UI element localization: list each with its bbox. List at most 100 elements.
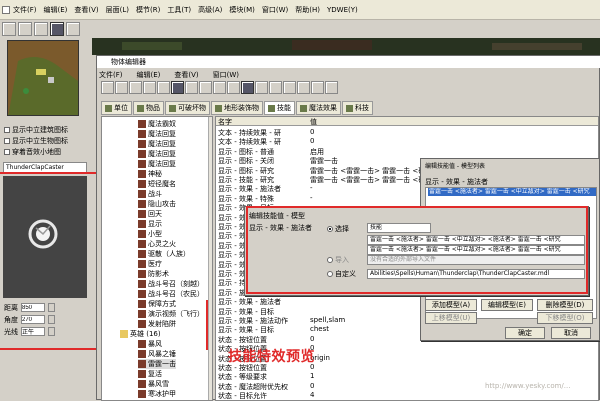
oe-region-icon[interactable] xyxy=(213,81,226,94)
tree-item[interactable]: 魔法回复 xyxy=(138,149,176,159)
tree-item[interactable]: 战斗号召（刻越） xyxy=(138,279,204,289)
tree-item[interactable]: 保障方式 xyxy=(138,299,176,309)
tree-item[interactable]: 显示 xyxy=(138,219,162,229)
oe-object-icon[interactable] xyxy=(269,81,282,94)
tree-item-selected[interactable]: 雷霆一击 xyxy=(138,359,176,369)
oe-terrain-icon[interactable] xyxy=(171,81,184,94)
save-icon[interactable] xyxy=(34,22,48,36)
tree-item[interactable]: 战斗 xyxy=(138,189,162,199)
tree-item[interactable]: 回天 xyxy=(138,209,162,219)
tree-folder-heroes[interactable]: 英雄 (16) xyxy=(120,329,161,339)
tree-item[interactable]: 心灵之火 xyxy=(138,239,176,249)
tree-item[interactable]: 暴风雪 xyxy=(138,379,169,389)
menu-edit[interactable]: 编辑(E) xyxy=(44,5,68,15)
checkbox-label: 显示中立建筑图标 xyxy=(12,126,68,134)
angle-spinner[interactable] xyxy=(48,315,55,324)
menu-help[interactable]: 帮助(H) xyxy=(295,5,320,15)
oe-sound-icon[interactable] xyxy=(255,81,268,94)
oe-new-icon[interactable] xyxy=(101,81,114,94)
tree-item[interactable]: 神秘 xyxy=(138,169,162,179)
oe-paste-icon[interactable] xyxy=(157,81,170,94)
tree-item[interactable]: 魔法回复 xyxy=(138,159,176,169)
checkbox-show-neutral-buildings[interactable]: 显示中立建筑图标 xyxy=(4,125,68,135)
tab-doodads[interactable]: 地形装饰物 xyxy=(211,101,263,115)
oe-unit-icon[interactable] xyxy=(185,81,198,94)
checkbox-box[interactable] xyxy=(4,127,10,133)
grid-header: 名字 值 xyxy=(216,117,598,126)
tree-item[interactable]: 演示视频（飞行） xyxy=(138,309,204,319)
menu-module[interactable]: 模块(M) xyxy=(229,5,255,15)
oe-import-icon[interactable] xyxy=(297,81,310,94)
tab-upgrades[interactable]: 科技 xyxy=(342,101,373,115)
tree-item[interactable]: 暴风 xyxy=(138,339,162,349)
menu-layer[interactable]: 层面(L) xyxy=(106,5,129,15)
lighting-select[interactable] xyxy=(21,327,45,336)
tab-abilities[interactable]: 技能 xyxy=(264,101,295,115)
menu-advanced[interactable]: 高级(A) xyxy=(198,5,222,15)
terrain-icon[interactable] xyxy=(50,22,64,36)
tree-item[interactable]: 风暴之锤 xyxy=(138,349,176,359)
menu-window[interactable]: 窗口(W) xyxy=(262,5,288,15)
minimap[interactable] xyxy=(7,40,79,116)
add-model-button[interactable]: 添加模型(A) xyxy=(425,299,477,311)
oe-menu-view[interactable]: 查看(V) xyxy=(174,70,198,80)
oe-ai-icon[interactable] xyxy=(311,81,324,94)
oe-camera-icon[interactable] xyxy=(227,81,240,94)
oe-menu-edit[interactable]: 编辑(E) xyxy=(137,70,161,80)
tab-destructibles[interactable]: 可破坏物 xyxy=(165,101,210,115)
tree-item[interactable]: 隐山攻击 xyxy=(138,199,176,209)
tree-item[interactable]: 魔法霸奴 xyxy=(138,119,176,129)
tree-item[interactable]: 魔法回复 xyxy=(138,139,176,149)
ok-button[interactable]: 确定 xyxy=(505,327,545,339)
oe-doodad-icon[interactable] xyxy=(199,81,212,94)
checkbox-minimap-sound[interactable]: 穿着音效小地图 xyxy=(4,147,61,157)
move-down-model-button[interactable]: 下移模型(O) xyxy=(537,312,593,324)
edit-model-button[interactable]: 编辑模型(E) xyxy=(481,299,533,311)
delete-model-button[interactable]: 删除模型(D) xyxy=(537,299,593,311)
tree-item[interactable]: 魔法回复 xyxy=(138,129,176,139)
tree-item-label: 心灵之火 xyxy=(148,240,176,248)
menu-file[interactable]: 文件(F) xyxy=(13,5,37,15)
tree-item[interactable]: 发射陷阱 xyxy=(138,319,176,329)
menu-scenario[interactable]: 模节(R) xyxy=(136,5,160,15)
map-viewport[interactable] xyxy=(92,38,600,55)
oe-menu-file[interactable]: 文件(F) xyxy=(99,70,123,80)
open-icon[interactable] xyxy=(18,22,32,36)
tab-units[interactable]: 单位 xyxy=(101,101,132,115)
oe-menu-window[interactable]: 窗口(W) xyxy=(213,70,239,80)
tree-item[interactable]: 医疗 xyxy=(138,259,162,269)
distance-spinner[interactable] xyxy=(48,303,55,312)
checkbox-box[interactable] xyxy=(4,138,10,144)
oe-test-icon[interactable] xyxy=(325,81,338,94)
angle-input[interactable] xyxy=(21,315,45,324)
oe-copy-icon[interactable] xyxy=(143,81,156,94)
tab-buffs[interactable]: 魔法效果 xyxy=(296,101,341,115)
model-preview[interactable] xyxy=(3,176,87,298)
tree-item[interactable]: 战斗号召（农民） xyxy=(138,289,204,299)
tree-item[interactable]: 短径魔名 xyxy=(138,179,176,189)
tab-items[interactable]: 物品 xyxy=(133,101,164,115)
tree-item[interactable]: 寒冰护甲 xyxy=(138,389,176,399)
tree-scrollbar[interactable] xyxy=(208,117,212,400)
undo-icon[interactable] xyxy=(66,22,80,36)
menu-view[interactable]: 查看(V) xyxy=(74,5,98,15)
tree-item[interactable]: 复活 xyxy=(138,369,162,379)
checkbox-show-neutral-creeps[interactable]: 显示中立生物图标 xyxy=(4,136,68,146)
lighting-dropdown[interactable] xyxy=(48,327,55,336)
oe-script-icon[interactable] xyxy=(283,81,296,94)
move-up-model-button[interactable]: 上移模型(U) xyxy=(425,312,477,324)
tree-item[interactable]: 防影术 xyxy=(138,269,169,279)
checkbox-box[interactable] xyxy=(4,149,10,155)
oe-save-icon[interactable] xyxy=(129,81,142,94)
model-list-entry[interactable]: 雷霆一击 <施法者> 雷霆一击 <中立敌对> 雷霆一击 <研究 xyxy=(428,188,596,196)
new-map-icon[interactable] xyxy=(2,22,16,36)
tree-item[interactable]: 驱散（人族） xyxy=(138,249,190,259)
cancel-button[interactable]: 取消 xyxy=(551,327,591,339)
oe-open-icon[interactable] xyxy=(115,81,128,94)
destructible-icon xyxy=(169,104,176,112)
menu-tools[interactable]: 工具(T) xyxy=(167,5,191,15)
menu-ydwe[interactable]: YDWE(Y) xyxy=(327,6,358,14)
distance-input[interactable] xyxy=(21,303,45,312)
tree-item[interactable]: 小型 xyxy=(138,229,162,239)
oe-trigger-icon[interactable] xyxy=(241,81,254,94)
